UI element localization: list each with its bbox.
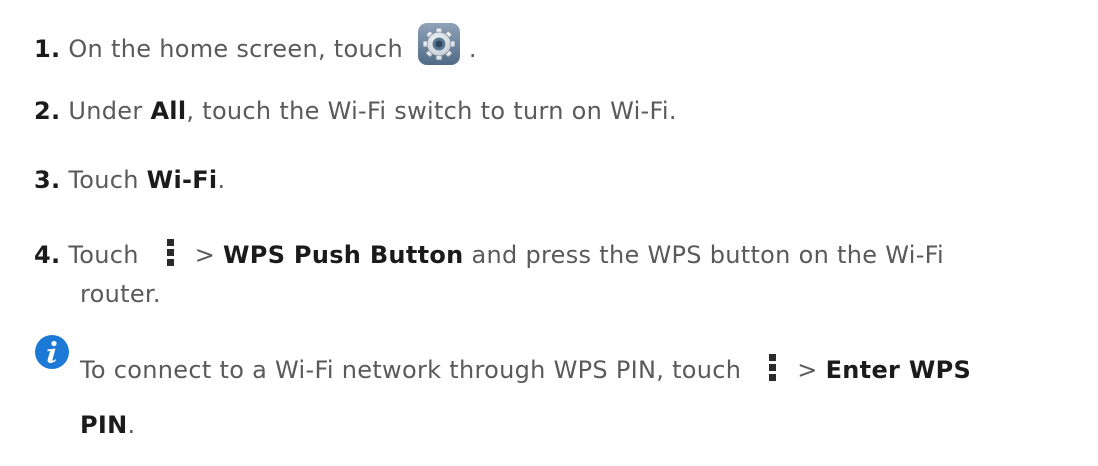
step-1: 1. On the home screen, touch .	[34, 22, 477, 66]
menu-separator: >	[797, 356, 826, 384]
step-number: 1.	[34, 35, 61, 63]
step-number: 2.	[34, 97, 61, 125]
note-text: To connect to a Wi-Fi network through WP…	[80, 356, 742, 384]
step-4-continued: router.	[80, 278, 161, 310]
step-text: Touch	[68, 241, 139, 269]
step-text-end: and press the WPS button on the Wi-Fi	[463, 241, 945, 269]
step-2: 2. Under All, touch the Wi-Fi switch to …	[34, 95, 677, 127]
note-emphasis: Enter WPS	[825, 356, 972, 384]
step-text-continued: router.	[80, 280, 161, 308]
note-line-1: To connect to a Wi-Fi network through WP…	[80, 352, 971, 386]
step-number: 4.	[34, 241, 61, 269]
step-text: On the home screen, touch	[68, 35, 404, 63]
info-icon	[35, 335, 69, 369]
step-4: 4. Touch > WPS Push Button and press the…	[34, 237, 944, 271]
note-emphasis: PIN	[80, 411, 128, 439]
step-number: 3.	[34, 166, 61, 194]
step-3: 3. Touch Wi-Fi.	[34, 164, 225, 196]
step-emphasis: WPS Push Button	[223, 241, 464, 269]
menu-separator: >	[194, 241, 224, 269]
step-text-end: , touch the Wi-Fi switch to turn on Wi-F…	[186, 97, 677, 125]
step-emphasis: All	[150, 97, 187, 125]
step-text-end: .	[468, 35, 477, 63]
note-line-2: PIN.	[80, 409, 135, 441]
more-vertical-icon	[769, 352, 777, 382]
step-text-end: .	[217, 166, 226, 194]
step-text: Under	[68, 97, 151, 125]
step-text: Touch	[68, 166, 147, 194]
settings-gear-icon	[417, 23, 460, 65]
step-emphasis: Wi-Fi	[146, 166, 218, 194]
note-text-end: .	[127, 411, 136, 439]
more-vertical-icon	[166, 237, 175, 267]
